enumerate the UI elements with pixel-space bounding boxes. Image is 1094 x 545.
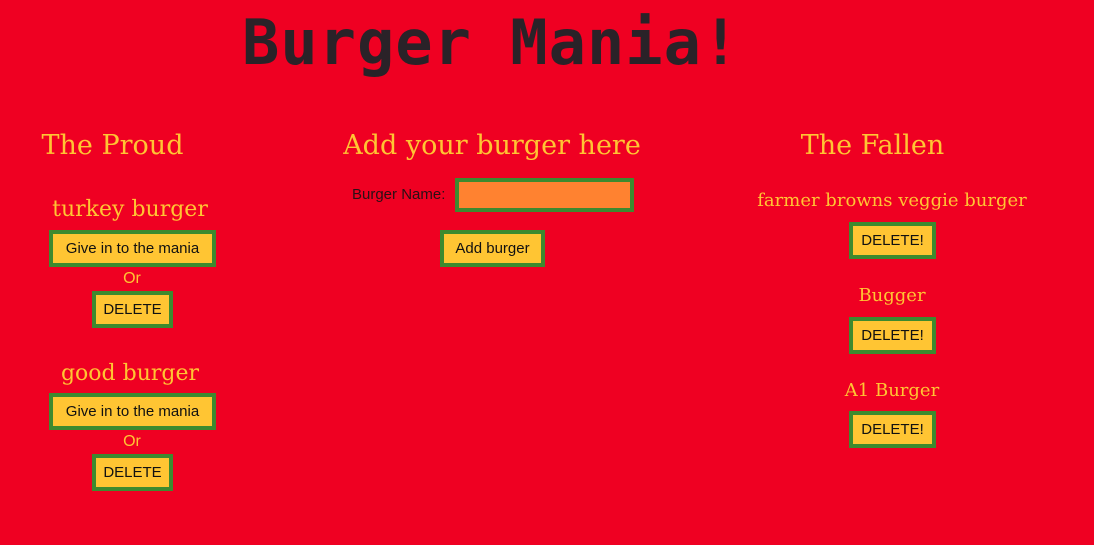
fallen-burger-name: farmer browns veggie burger <box>757 190 1027 211</box>
delete-button[interactable]: DELETE! <box>849 317 936 354</box>
or-label: Or <box>123 270 141 287</box>
add-burger-heading: Add your burger here <box>343 130 641 161</box>
devour-button[interactable]: Give in to the mania <box>49 230 216 267</box>
delete-button[interactable]: DELETE <box>92 291 173 328</box>
fallen-heading: The Fallen <box>800 130 945 161</box>
proud-heading: The Proud <box>41 130 184 161</box>
add-burger-button[interactable]: Add burger <box>440 230 545 267</box>
burger-name-label: Burger Name: <box>352 186 446 203</box>
devour-button[interactable]: Give in to the mania <box>49 393 216 430</box>
delete-button[interactable]: DELETE <box>92 454 173 491</box>
delete-button[interactable]: DELETE! <box>849 222 936 259</box>
delete-button[interactable]: DELETE! <box>849 411 936 448</box>
page-title: Burger Mania! <box>242 6 741 79</box>
or-label: Or <box>123 433 141 450</box>
fallen-burger-name: Bugger <box>858 285 926 306</box>
proud-burger-name: good burger <box>60 361 200 386</box>
fallen-burger-name: A1 Burger <box>844 380 940 401</box>
proud-burger-name: turkey burger <box>52 197 208 222</box>
burger-name-input[interactable] <box>455 178 634 212</box>
